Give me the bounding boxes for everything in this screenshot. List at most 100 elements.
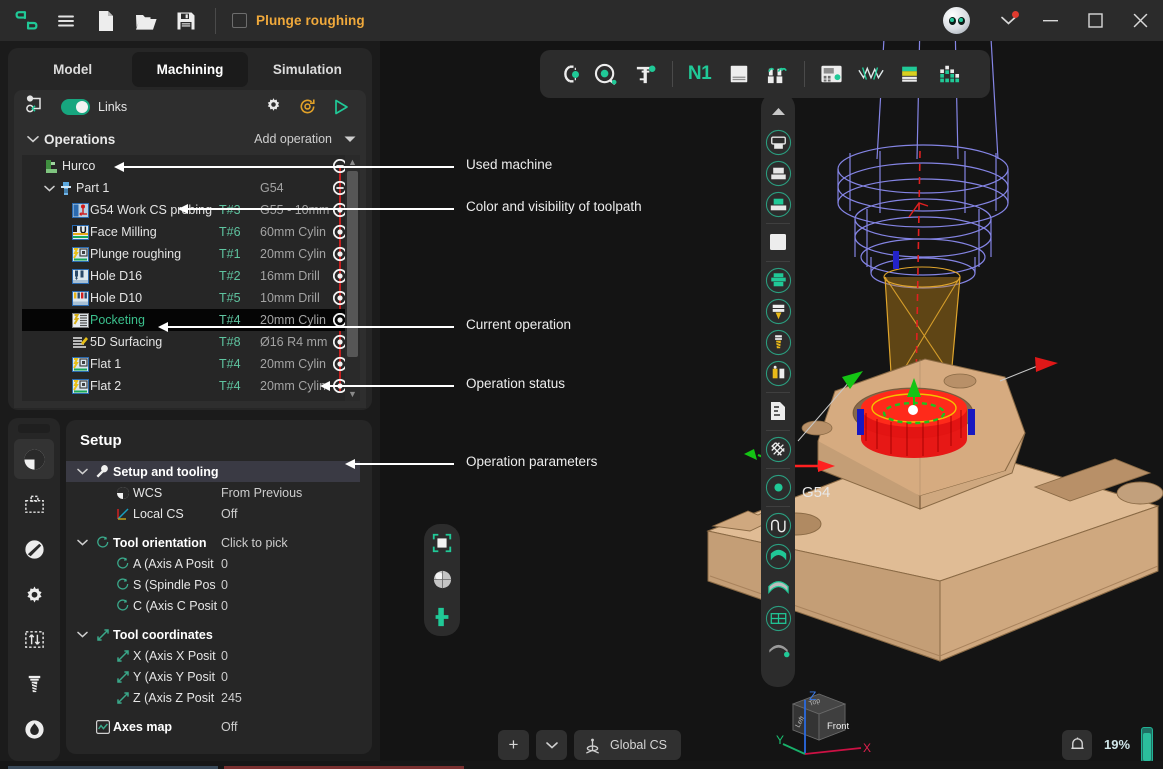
hatch-icon[interactable]: [763, 434, 793, 464]
setup-row-value[interactable]: 0: [221, 578, 228, 592]
recalculate-icon[interactable]: [294, 94, 320, 120]
hamburger-menu-icon[interactable]: [49, 4, 83, 38]
setup-row[interactable]: Axes mapOff: [66, 716, 372, 737]
setup-row-value[interactable]: 245: [221, 691, 242, 705]
histogram-icon[interactable]: [929, 55, 968, 93]
add-operation-button[interactable]: Add operation: [254, 132, 332, 146]
setup-row-value[interactable]: From Previous: [221, 486, 302, 500]
setup-row-value[interactable]: 0: [221, 557, 228, 571]
maximize-button[interactable]: [1073, 0, 1118, 41]
setup-row[interactable]: WCSFrom Previous: [66, 482, 372, 503]
mesh-icon[interactable]: [763, 603, 793, 633]
setup-row-value[interactable]: Off: [221, 507, 237, 521]
setup-row-value[interactable]: 0: [221, 670, 228, 684]
setup-row-value[interactable]: 0: [221, 649, 228, 663]
tree-expand-chevron-icon[interactable]: [42, 185, 56, 192]
sidebar-item-settings[interactable]: [14, 574, 54, 614]
graph-icon[interactable]: [851, 55, 890, 93]
app-logo-icon[interactable]: [9, 4, 43, 38]
collapse-up-icon[interactable]: [763, 96, 793, 126]
setup-row[interactable]: A (Axis A Posit0: [66, 553, 372, 574]
tree-row[interactable]: Flat 1T#420mm Cylin: [22, 353, 360, 375]
links-toggle[interactable]: Links: [61, 99, 127, 115]
document-checkbox[interactable]: [232, 13, 247, 28]
close-button[interactable]: [1118, 0, 1163, 41]
sidebar-item-coolant[interactable]: [14, 709, 54, 749]
measure-icon[interactable]: [587, 55, 626, 93]
setup-row-value[interactable]: Click to pick: [221, 536, 288, 550]
run-play-icon[interactable]: [328, 94, 354, 120]
setup-row[interactable]: S (Spindle Pos0: [66, 574, 372, 595]
setup-row-value[interactable]: 0: [221, 599, 228, 613]
machine-base-icon[interactable]: [763, 158, 793, 188]
fixture-icon[interactable]: [763, 265, 793, 295]
setup-row-value[interactable]: Off: [221, 720, 237, 734]
sidebar-item-transform[interactable]: [14, 619, 54, 659]
tree-row[interactable]: Flat 2T#420mm Cylin: [22, 375, 360, 397]
tools-icon[interactable]: [758, 55, 797, 93]
tree-row[interactable]: 5D SurfacingT#8Ø16 R4 mm: [22, 331, 360, 353]
setup-row[interactable]: Tool orientationClick to pick: [66, 532, 372, 553]
strip-handle[interactable]: [18, 424, 50, 433]
tab-model[interactable]: Model: [15, 52, 130, 87]
setup-row[interactable]: X (Axis X Posit0: [66, 645, 372, 666]
setup-chevron-icon[interactable]: [72, 468, 92, 475]
viewport-3d[interactable]: G54: [380, 41, 1163, 769]
tree-row[interactable]: Face MillingT#660mm Cylin: [22, 221, 360, 243]
links-node-icon[interactable]: [26, 94, 47, 119]
document-chip[interactable]: Plunge roughing: [226, 6, 371, 36]
save-disk-icon[interactable]: [169, 4, 203, 38]
setup-chevron-icon[interactable]: [72, 539, 92, 546]
setup-row[interactable]: Z (Axis Z Posit245: [66, 687, 372, 708]
sidebar-item-orientation[interactable]: [14, 529, 54, 569]
document-icon[interactable]: [763, 396, 793, 426]
operations-collapse-chevron-icon[interactable]: [22, 135, 44, 143]
controller-icon[interactable]: [812, 55, 851, 93]
setup-row[interactable]: Local CSOff: [66, 503, 372, 524]
magnet-icon[interactable]: [548, 55, 587, 93]
tree-row[interactable]: G54 Work CS probingT#3G55 - 10mm: [22, 199, 360, 221]
stock-block-icon[interactable]: [763, 227, 793, 257]
surface2-icon[interactable]: [763, 572, 793, 602]
tree-row[interactable]: Part 1G54: [22, 177, 360, 199]
setup-row[interactable]: Setup and tooling: [66, 461, 360, 482]
curve-icon[interactable]: [763, 510, 793, 540]
operations-tree[interactable]: HurcoPart 1G54G54 Work CS probingT#3G55 …: [22, 155, 360, 401]
new-file-icon[interactable]: [89, 4, 123, 38]
add-operation-chevron-icon[interactable]: [344, 130, 356, 148]
sidebar-item-stock[interactable]: [14, 484, 54, 524]
scroll-down-icon[interactable]: ▼: [345, 387, 360, 401]
open-folder-icon[interactable]: [129, 4, 163, 38]
tool-cone-icon[interactable]: [763, 296, 793, 326]
notifications-chevron-icon[interactable]: [988, 0, 1028, 41]
sidebar-item-tooling[interactable]: [14, 664, 54, 704]
machine-frame-icon[interactable]: [763, 127, 793, 157]
fit-screen-icon[interactable]: [428, 529, 456, 557]
shade-icon[interactable]: [763, 634, 793, 664]
tab-simulation[interactable]: Simulation: [250, 52, 365, 87]
notifications-bell-icon[interactable]: [1062, 730, 1092, 760]
tree-row[interactable]: Hole D16T#216mm Drill: [22, 265, 360, 287]
scrollbar-thumb[interactable]: [347, 171, 358, 357]
n1-label[interactable]: N1: [680, 55, 719, 93]
layers-icon[interactable]: [890, 55, 929, 93]
setup-chevron-icon[interactable]: [72, 631, 92, 638]
nav-cube[interactable]: Front Top Left Z Y X: [775, 686, 895, 769]
sheet-icon[interactable]: [719, 55, 758, 93]
setup-row[interactable]: C (Axis C Posit0: [66, 595, 372, 616]
tree-row[interactable]: Hole D10T#510mm Drill: [22, 287, 360, 309]
sidebar-item-appearance[interactable]: [14, 439, 54, 479]
avatar[interactable]: [943, 7, 970, 34]
minimize-button[interactable]: [1028, 0, 1073, 41]
sphere-icon[interactable]: [428, 566, 456, 594]
surface-icon[interactable]: [763, 541, 793, 571]
settings-gear-icon[interactable]: [260, 94, 286, 120]
machine-table-icon[interactable]: [763, 189, 793, 219]
zoom-slider[interactable]: [1141, 727, 1153, 763]
setup-row[interactable]: Y (Axis Y Posit0: [66, 666, 372, 687]
tab-machining[interactable]: Machining: [132, 52, 247, 87]
point-icon[interactable]: [763, 472, 793, 502]
drill-bit-icon[interactable]: [763, 327, 793, 357]
cs-dropdown-button[interactable]: [536, 730, 567, 760]
global-cs-button[interactable]: Global CS: [574, 730, 681, 760]
